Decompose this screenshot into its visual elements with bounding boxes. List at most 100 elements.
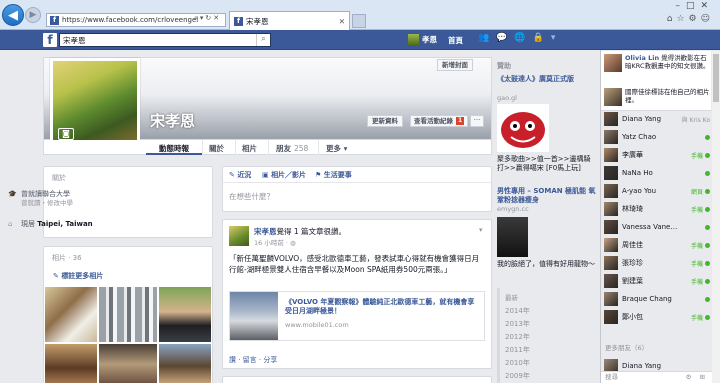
home-link[interactable]: 首頁 <box>448 35 463 46</box>
year-link[interactable]: 2010年 <box>505 358 530 368</box>
photo-thumbnail[interactable] <box>45 344 97 383</box>
chat-friend-row[interactable]: 鄭小包 手機 <box>604 310 710 324</box>
photo-thumbnail[interactable] <box>99 287 157 342</box>
globe-icon: ◍ <box>290 239 296 247</box>
chat-settings-icons[interactable]: ⚙ ⊞ <box>686 372 708 383</box>
ticker-text: 國際佳徐標誌在他自己的相片裡。 <box>625 88 710 104</box>
more-options-button[interactable]: ··· <box>470 115 484 127</box>
ticker-item[interactable]: 國際佳徐標誌在他自己的相片裡。 <box>604 88 710 106</box>
education-row[interactable]: 🎓 曾就讀聯合大學 曾就讀・修改中學 <box>8 190 73 208</box>
composer-tab-photo[interactable]: ▣ 相片／影片 <box>262 170 306 180</box>
chat-status-text: 手機 <box>690 242 703 250</box>
search-value: 宋孝恩 <box>63 35 86 45</box>
chat-friend-row[interactable]: 劉建葉 手機 <box>604 274 710 288</box>
add-cover-button[interactable]: 新增封面 <box>437 59 473 71</box>
link-title[interactable]: 《VOLVO 年夏觀察報》體驗純正北歐德車工藝，就有機會享受日月湖畔極景！ <box>285 298 481 316</box>
chat-friend-name: Yatz Chao <box>622 133 657 141</box>
chat-status-text: 手機 <box>690 278 703 286</box>
composer-tab-life-event[interactable]: ⚑ 生活要事 <box>315 170 352 180</box>
browser-menu-icons[interactable]: ⌂☆⚙☺ <box>667 14 714 24</box>
photo-thumbnail[interactable] <box>45 287 97 342</box>
header-profile-link[interactable]: 孝恩 <box>408 34 437 45</box>
ad-title[interactable]: 《太鼓達人》廣莫正式版 <box>497 75 597 84</box>
year-link[interactable]: 2013年 <box>505 319 530 329</box>
year-link[interactable]: 2012年 <box>505 332 530 342</box>
ad-domain[interactable]: emygn.cc <box>497 205 529 213</box>
search-icon[interactable]: ⌕ <box>256 34 270 46</box>
chat-friend-row[interactable]: Diana Yang 與 Kris Ko <box>604 112 710 126</box>
ticker-item[interactable]: Olivia Lin 覺得洪歡影在石暗KRC救觀畫中的知文很讚。 <box>604 54 710 72</box>
chat-friend-row[interactable]: 林琦琦 手機 <box>604 202 710 216</box>
forward-arrow-icon[interactable]: ▶ <box>25 7 41 23</box>
notification-icons[interactable]: 👥💬🌐🔒▾ <box>478 33 562 43</box>
add-photo-link[interactable]: ✎ 標註更多相片 <box>53 271 103 281</box>
tab-about[interactable]: 關於 <box>209 143 224 154</box>
year-link[interactable]: 2014年 <box>505 306 530 316</box>
search-input[interactable]: 宋孝恩 ⌕ <box>59 33 271 47</box>
tab-photos[interactable]: 相片 <box>242 143 257 154</box>
years-label[interactable]: 最新 <box>505 292 518 302</box>
chat-status-text: 手機 <box>690 260 703 268</box>
post-options-icon[interactable]: ▾ <box>479 226 483 234</box>
browser-tab[interactable]: f 宋孝恩 ✕ <box>229 11 350 30</box>
chat-friend-row[interactable]: 周佳佳 手機 <box>604 238 710 252</box>
ad-body[interactable]: 我的臉絕了，值得有好用龍物～ <box>497 260 597 269</box>
chat-search-input[interactable]: 搜尋 ⚙ ⊞ <box>601 371 712 383</box>
chat-scrollbar-thumb[interactable] <box>713 54 719 102</box>
composer-tab-status[interactable]: ✎ 近況 <box>229 170 251 180</box>
camera-icon[interactable]: ◙ <box>58 128 74 140</box>
chat-friend-row[interactable]: A-yao You 網頁 <box>604 184 710 198</box>
window-controls[interactable]: –□✕ <box>675 1 714 11</box>
lives-in-row[interactable]: ⌂ 現居 Taipei, Taiwan <box>8 220 93 229</box>
post-time-text: 16 小時前 · <box>254 239 291 247</box>
chat-friend-row[interactable]: Yatz Chao <box>604 130 710 144</box>
tab-timeline[interactable]: 動態時報 <box>159 143 189 154</box>
chat-friend-row[interactable]: 張珍珍 手機 <box>604 256 710 270</box>
ticker-avatar <box>604 54 622 72</box>
year-link[interactable]: 2009年 <box>505 371 530 381</box>
photo-thumbnail[interactable] <box>159 344 211 383</box>
chat-status: 手機 <box>691 241 710 250</box>
chat-friend-row[interactable]: Vanessa Vane… <box>604 220 710 234</box>
chat-friend-row[interactable]: NaNa Ho <box>604 166 710 180</box>
post-author-name[interactable]: 宋孝恩 <box>254 227 277 236</box>
update-info-button[interactable]: 更新資料 <box>367 115 403 127</box>
chat-friend-row[interactable]: 李廣華 手機 <box>604 148 710 162</box>
status-input[interactable]: 在想些什麼？ <box>229 191 274 202</box>
tab-more[interactable]: 更多 ▾ <box>326 143 347 154</box>
chat-status: 網頁 <box>691 187 710 196</box>
address-tools-icons[interactable]: ⌕▾↻✕ <box>194 14 221 23</box>
more-friends-label: 更多朋友（6） <box>605 344 649 352</box>
chat-avatar <box>604 184 618 198</box>
photo-thumbnail[interactable] <box>99 344 157 383</box>
ad-title[interactable]: 男性專用 – SOMAN 極肌能 氧鞏粉捻器瘦身 <box>497 187 597 205</box>
tab-close-icon[interactable]: ✕ <box>339 17 345 26</box>
post-action-links[interactable]: 讚 · 留言 · 分享 <box>229 355 277 365</box>
ad-domain[interactable]: gao.gl <box>497 94 517 102</box>
post-timestamp[interactable]: 16 小時前 · ◍ <box>254 237 296 247</box>
post-body-text: 「新任萬聖麟VOLVO，感受北歐德車工藝，發表試車心得就有機會獲得日月行館-湖畔… <box>229 254 480 274</box>
chat-friend-row[interactable]: Braque Chang <box>604 292 710 306</box>
year-link[interactable]: 2011年 <box>505 345 530 355</box>
post-action-text: 覺得 1 篇文章很讚。 <box>276 227 347 236</box>
ad-image[interactable] <box>497 104 549 152</box>
back-arrow-icon[interactable]: ◀ <box>2 4 24 26</box>
pencil-icon: ✎ <box>229 171 235 179</box>
chat-friend-name: 張珍珍 <box>622 259 643 267</box>
new-tab-button[interactable] <box>352 14 366 28</box>
photos-heading[interactable]: 相片 · 36 <box>52 253 82 263</box>
lives-city[interactable]: Taipei, Taiwan <box>37 220 92 228</box>
about-heading: 關於 <box>52 174 66 182</box>
photo-thumbnail[interactable] <box>159 287 211 342</box>
facebook-logo-icon[interactable]: f <box>43 33 57 47</box>
chat-avatar <box>604 256 618 270</box>
profile-picture[interactable]: ◙ <box>50 58 140 148</box>
post-author-avatar[interactable] <box>229 226 249 246</box>
ad-body[interactable]: 聚多歌曲>>值一首>>邊構騎打>>贏得噶宋 [F0馬上玩] <box>497 155 597 173</box>
activity-log-button[interactable]: 查看活動紀錄 1 <box>410 115 469 127</box>
link-preview-image[interactable] <box>230 292 278 340</box>
profile-name[interactable]: 宋孝恩 <box>150 110 195 131</box>
chat-status-text: 與 Kris Ko <box>681 116 710 124</box>
tab-friends[interactable]: 朋友 258 <box>276 143 308 154</box>
ad-image[interactable] <box>497 217 528 257</box>
